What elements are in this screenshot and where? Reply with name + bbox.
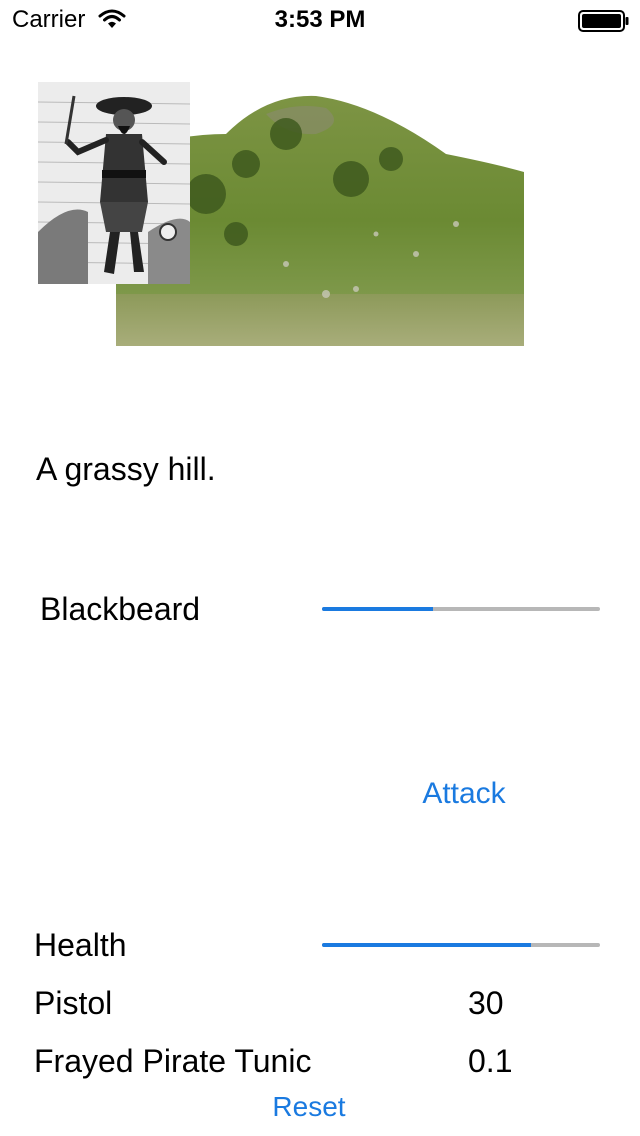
player-health-label: Health — [34, 927, 127, 963]
status-time: 3:53 PM — [274, 6, 366, 33]
reset-button[interactable]: Reset — [250, 1088, 368, 1126]
player-health-bar — [322, 943, 600, 947]
weapon-name: Pistol — [34, 985, 113, 1021]
enemy-health-bar — [322, 607, 600, 611]
enemy-name: Blackbeard — [40, 591, 201, 627]
enemy-health-fill — [322, 607, 434, 611]
attack-button[interactable]: Attack — [404, 774, 524, 814]
status-bar: Carrier 3:53 PM — [0, 0, 640, 40]
armor-value: 0.1 — [468, 1043, 513, 1079]
weapon-damage-value: 30 — [468, 985, 504, 1021]
armor-name: Frayed Pirate Tunic — [34, 1043, 312, 1079]
battery-icon — [578, 10, 629, 32]
blackbeard-engraving — [38, 82, 190, 284]
scene-description: A grassy hill. — [36, 451, 216, 487]
enemy-portrait — [38, 82, 190, 284]
player-health-fill — [322, 943, 531, 947]
